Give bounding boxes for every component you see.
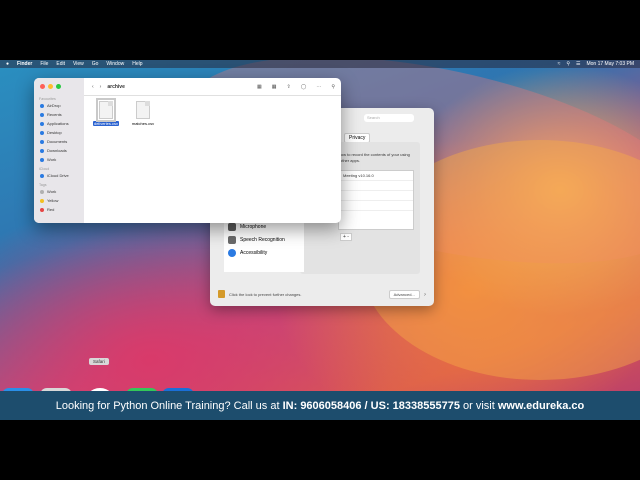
list-item-accessibility[interactable]: Accessibility <box>224 246 304 259</box>
file-item[interactable]: matches.csv <box>126 101 160 126</box>
sidebar-item-label: Work <box>47 157 57 162</box>
list-item-speech[interactable]: Speech Recognition <box>224 233 304 246</box>
menu-bar: ● Finder File Edit View Go Window Help ≈… <box>0 60 640 68</box>
prefs-footer: Click the lock to prevent further change… <box>218 288 426 300</box>
group-icon[interactable]: ▦ <box>272 84 277 90</box>
minimize-button[interactable] <box>48 84 53 89</box>
sidebar-item-label: Recents <box>47 112 62 117</box>
clock-icon <box>40 112 44 117</box>
lock-text: Click the lock to prevent further change… <box>229 291 302 297</box>
promo-banner: Looking for Python Online Training? Call… <box>0 391 640 420</box>
privacy-description: low to record the contents of your using… <box>340 152 410 163</box>
finder-sidebar: Favourites AirDrop Recents Applications … <box>34 78 84 223</box>
accessibility-icon <box>228 248 236 257</box>
search-icon[interactable]: ⚲ <box>331 84 335 90</box>
banner-phone: IN: 9606058406 / US: 18338555775 <box>282 399 460 412</box>
tag-dot-icon <box>40 189 44 194</box>
sidebar-item-documents[interactable]: Documents <box>34 137 84 146</box>
close-button[interactable] <box>40 84 45 89</box>
desktop-icon <box>40 130 44 135</box>
sidebar-item-work[interactable]: Work <box>34 155 84 164</box>
app-row-empty <box>339 191 413 201</box>
sidebar-item-label: Desktop <box>47 130 62 135</box>
cloud-icon <box>40 173 44 178</box>
document-icon <box>40 139 44 144</box>
list-item-label: Speech Recognition <box>240 236 285 243</box>
wifi-icon[interactable]: ≈ <box>558 61 561 67</box>
csv-file-icon <box>136 101 150 119</box>
menu-clock[interactable]: Mon 17 May 7:03 PM <box>586 61 634 67</box>
sidebar-item-label: iCloud Drive <box>47 173 69 178</box>
file-area: deliveries.csv matches.csv <box>84 96 341 223</box>
help-button[interactable]: ? <box>424 292 426 297</box>
waveform-icon <box>228 235 236 244</box>
sidebar-item-label: Downloads <box>47 148 67 153</box>
app-row[interactable]: Meeting v10.16.0 <box>339 171 413 181</box>
microphone-icon <box>228 222 236 231</box>
search-icon[interactable]: ⚲ <box>566 61 570 67</box>
list-item-label: Accessibility <box>240 249 268 256</box>
apple-icon[interactable]: ● <box>6 61 9 67</box>
file-item[interactable]: deliveries.csv <box>89 98 123 126</box>
sidebar-item-label: Work <box>47 189 57 194</box>
share-icon[interactable]: ⇧ <box>287 84 291 90</box>
tag-dot-icon <box>40 198 44 203</box>
sidebar-item-label: AirDrop <box>47 103 61 108</box>
sidebar-item-applications[interactable]: Applications <box>34 119 84 128</box>
airdrop-icon <box>40 103 44 108</box>
file-name: deliveries.csv <box>92 121 119 126</box>
finder-toolbar: ‹ › archive ▦ ▦ ⇧ ◯ ⋯ ⚲ <box>84 78 341 96</box>
folder-icon <box>40 157 44 162</box>
back-icon[interactable]: ‹ <box>92 84 94 90</box>
finder-window: Favourites AirDrop Recents Applications … <box>34 78 341 223</box>
sidebar-item-icloud-drive[interactable]: iCloud Drive <box>34 171 84 180</box>
advanced-button[interactable]: Advanced... <box>388 289 420 299</box>
more-icon[interactable]: ⋯ <box>316 84 321 90</box>
tag-icon[interactable]: ◯ <box>301 84 307 90</box>
file-name: matches.csv <box>131 121 155 126</box>
app-row-empty <box>339 181 413 191</box>
menu-view[interactable]: View <box>73 61 84 67</box>
sidebar-item-recents[interactable]: Recents <box>34 110 84 119</box>
window-controls <box>40 84 61 89</box>
tag-dot-icon <box>40 207 44 212</box>
sidebar-item-label: Red <box>47 207 55 212</box>
prefs-search-input[interactable]: Search <box>364 114 414 122</box>
menu-file[interactable]: File <box>40 61 48 67</box>
forward-icon[interactable]: › <box>100 84 102 90</box>
icon-view-icon[interactable]: ▦ <box>257 84 262 90</box>
sidebar-item-label: Applications <box>47 121 69 126</box>
menu-edit[interactable]: Edit <box>56 61 65 67</box>
menu-finder[interactable]: Finder <box>17 61 32 67</box>
app-row-empty <box>339 201 413 211</box>
app-list: Meeting v10.16.0 <box>338 170 414 230</box>
sidebar-item-airdrop[interactable]: AirDrop <box>34 101 84 110</box>
sidebar-item-downloads[interactable]: Downloads <box>34 146 84 155</box>
control-center-icon[interactable]: ☰ <box>576 61 580 67</box>
privacy-category-list: Microphone Speech Recognition Accessibil… <box>224 220 304 272</box>
add-remove-buttons[interactable]: + - <box>340 233 352 241</box>
sidebar-item-label: Documents <box>47 139 68 144</box>
sidebar-item-tag-yellow[interactable]: Yellow <box>34 196 84 205</box>
desktop: ● Finder File Edit View Go Window Help ≈… <box>0 60 640 420</box>
finder-title: archive <box>107 83 125 90</box>
sidebar-item-tag-work[interactable]: Work <box>34 187 84 196</box>
csv-file-icon <box>96 98 116 122</box>
zoom-button[interactable] <box>56 84 61 89</box>
banner-prefix: Looking for Python Online Training? Call… <box>55 399 280 412</box>
applications-icon <box>40 121 44 126</box>
banner-middle: or visit <box>463 399 495 412</box>
sidebar-item-desktop[interactable]: Desktop <box>34 128 84 137</box>
download-icon <box>40 148 44 153</box>
sidebar-item-label: Yellow <box>47 198 59 203</box>
menu-help[interactable]: Help <box>132 61 142 67</box>
dock-tooltip: Safari <box>89 358 109 365</box>
list-item-label: Microphone <box>240 223 267 230</box>
banner-site-link[interactable]: www.edureka.co <box>498 400 584 412</box>
lock-icon[interactable] <box>218 290 225 298</box>
menu-window[interactable]: Window <box>106 61 124 67</box>
sidebar-item-tag-red[interactable]: Red <box>34 205 84 214</box>
menu-go[interactable]: Go <box>92 61 99 67</box>
